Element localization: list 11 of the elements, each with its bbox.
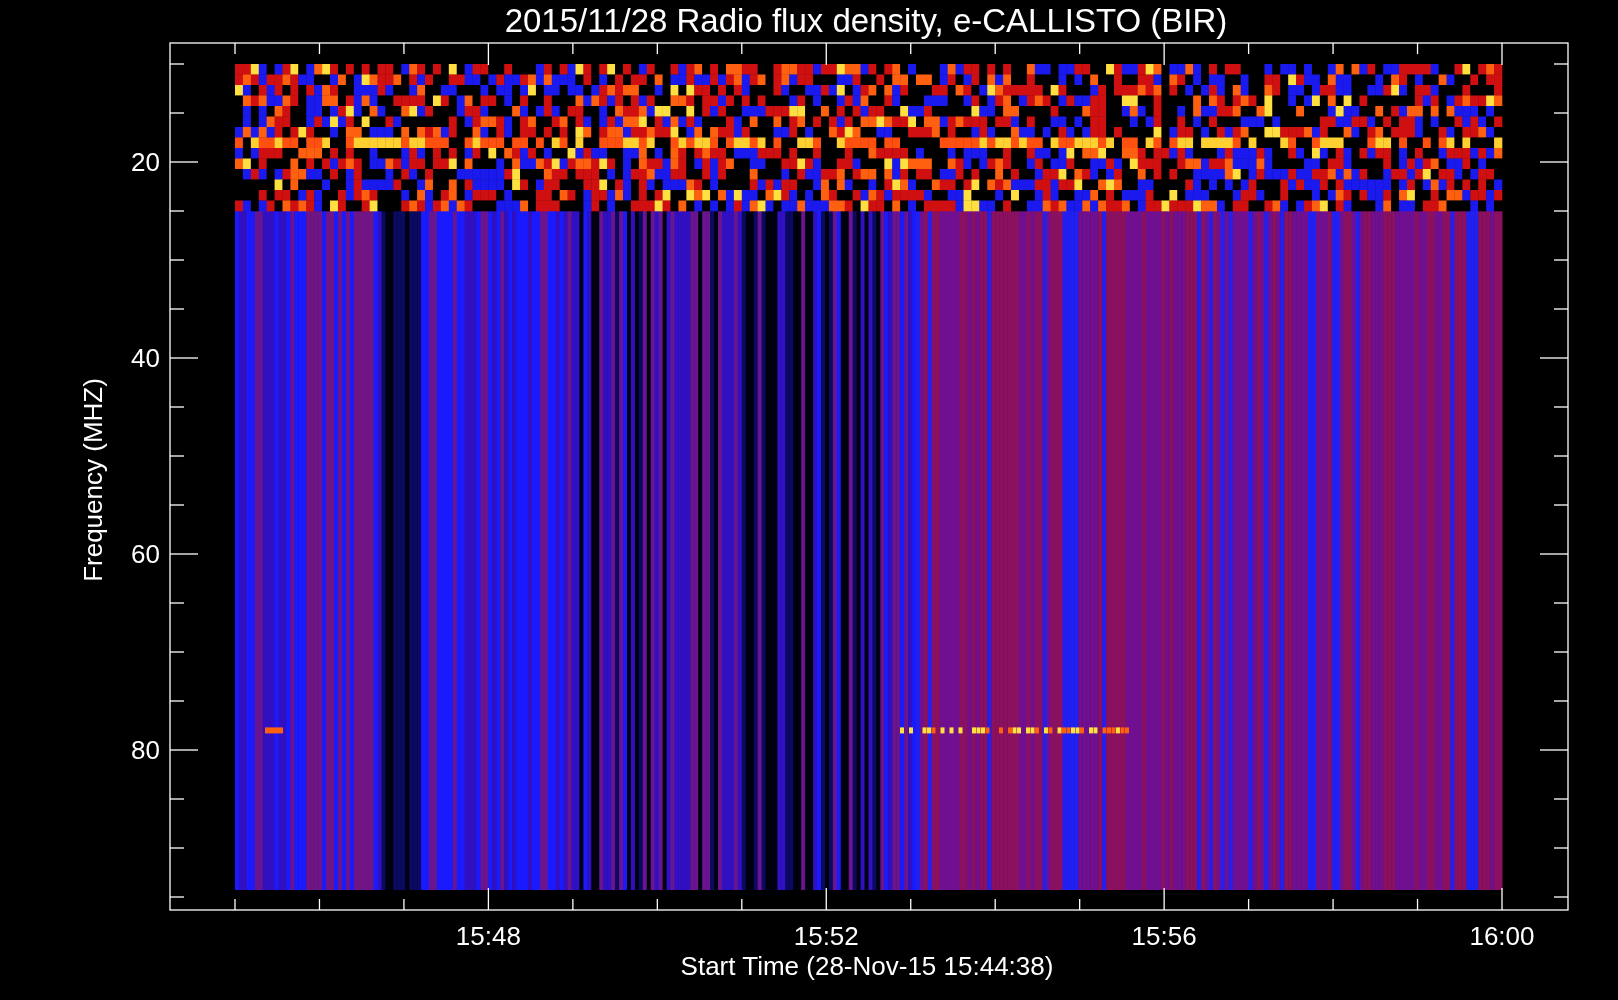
y-axis-label: Frequency (MHZ) bbox=[78, 378, 108, 582]
y-tick-label: 60 bbox=[131, 539, 160, 569]
y-tick-label: 20 bbox=[131, 147, 160, 177]
plot-title: 2015/11/28 Radio flux density, e-CALLISTO (BIR) bbox=[504, 2, 1228, 39]
y-tick-label: 80 bbox=[131, 735, 160, 765]
x-tick-label: 16:00 bbox=[1469, 921, 1535, 951]
x-tick-label: 15:48 bbox=[455, 921, 521, 951]
y-tick-label: 40 bbox=[131, 343, 160, 373]
x-axis-label: Start Time (28-Nov-15 15:44:38) bbox=[680, 951, 1054, 981]
x-tick-label: 15:52 bbox=[793, 921, 859, 951]
x-tick-label: 15:56 bbox=[1131, 921, 1197, 951]
